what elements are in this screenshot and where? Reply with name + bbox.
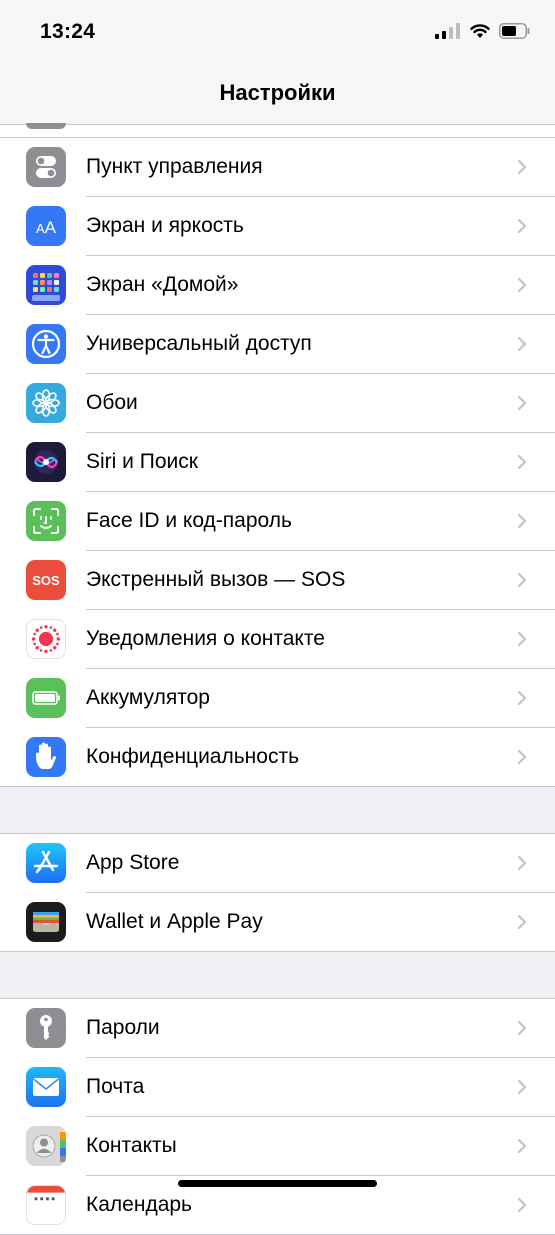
settings-row-battery[interactable]: Аккумулятор bbox=[0, 669, 555, 728]
settings-row-emergency-sos[interactable]: SOS Экстренный вызов — SOS bbox=[0, 551, 555, 610]
settings-row-home-screen[interactable]: Экран «Домой» bbox=[0, 256, 555, 315]
settings-row-passwords[interactable]: Пароли bbox=[0, 999, 555, 1058]
chevron-right-icon bbox=[517, 631, 527, 647]
row-label: App Store bbox=[86, 851, 180, 874]
privacy-hand-icon bbox=[26, 737, 66, 777]
row-label: Конфиденциальность bbox=[86, 745, 300, 768]
row-label: Пункт управления bbox=[86, 155, 263, 178]
chevron-right-icon bbox=[517, 513, 527, 529]
row-label: Face ID и код-пароль bbox=[86, 509, 292, 532]
settings-list: Пункт управления AA Экран и яркость Экра… bbox=[0, 123, 555, 1235]
mail-icon bbox=[26, 1067, 66, 1107]
settings-group-system: Пункт управления AA Экран и яркость Экра… bbox=[0, 138, 555, 787]
status-time: 13:24 bbox=[40, 20, 96, 43]
chevron-right-icon bbox=[517, 749, 527, 765]
chevron-right-icon bbox=[517, 277, 527, 293]
settings-group-apps: Пароли Почта Контакты Календарь bbox=[0, 998, 555, 1235]
settings-row-control-center[interactable]: Пункт управления bbox=[0, 138, 555, 197]
chevron-right-icon bbox=[517, 914, 527, 930]
sos-icon: SOS bbox=[26, 560, 66, 600]
chevron-right-icon bbox=[517, 1197, 527, 1213]
home-screen-icon bbox=[26, 265, 66, 305]
key-icon bbox=[26, 1008, 66, 1048]
chevron-right-icon bbox=[517, 1079, 527, 1095]
row-label: Календарь bbox=[86, 1193, 192, 1216]
status-icons bbox=[435, 22, 531, 44]
row-label: Уведомления о контакте bbox=[86, 627, 325, 650]
page-title: Настройки bbox=[219, 80, 336, 105]
cellular-signal-icon bbox=[435, 22, 461, 44]
settings-row-wallpaper[interactable]: Обои bbox=[0, 374, 555, 433]
settings-row-mail[interactable]: Почта bbox=[0, 1058, 555, 1117]
contacts-icon bbox=[26, 1126, 66, 1166]
control-center-icon bbox=[26, 147, 66, 187]
navigation-bar: Настройки bbox=[0, 62, 555, 125]
chevron-right-icon bbox=[517, 218, 527, 234]
chevron-right-icon bbox=[517, 454, 527, 470]
row-label: Siri и Поиск bbox=[86, 450, 198, 473]
wallpaper-icon bbox=[26, 383, 66, 423]
row-label: Универсальный доступ bbox=[86, 332, 312, 355]
battery-icon bbox=[26, 678, 66, 718]
face-id-icon bbox=[26, 501, 66, 541]
battery-status-icon bbox=[499, 22, 531, 44]
svg-text:AA: AA bbox=[36, 218, 57, 237]
chevron-right-icon bbox=[517, 395, 527, 411]
row-label: Почта bbox=[86, 1075, 145, 1098]
settings-row-exposure-notifications[interactable]: Уведомления о контакте bbox=[0, 610, 555, 669]
chevron-right-icon bbox=[517, 1138, 527, 1154]
chevron-right-icon bbox=[517, 159, 527, 175]
settings-row-wallet[interactable]: Wallet и Apple Pay bbox=[0, 893, 555, 951]
settings-row-app-store[interactable]: App Store bbox=[0, 834, 555, 893]
home-indicator[interactable] bbox=[178, 1180, 377, 1187]
wifi-icon bbox=[470, 23, 490, 44]
row-label: Пароли bbox=[86, 1016, 160, 1039]
row-label: Wallet и Apple Pay bbox=[86, 910, 263, 933]
exposure-notifications-icon bbox=[26, 619, 66, 659]
clipped-row-above bbox=[0, 123, 555, 138]
settings-group-store: App Store Wallet и Apple Pay bbox=[0, 833, 555, 952]
svg-text:SOS: SOS bbox=[32, 573, 60, 588]
row-label: Экран «Домой» bbox=[86, 273, 239, 296]
accessibility-icon bbox=[26, 324, 66, 364]
row-label: Контакты bbox=[86, 1134, 177, 1157]
chevron-right-icon bbox=[517, 572, 527, 588]
chevron-right-icon bbox=[517, 336, 527, 352]
clipped-row-icon bbox=[26, 123, 66, 129]
row-label: Аккумулятор bbox=[86, 686, 210, 709]
settings-row-display-brightness[interactable]: AA Экран и яркость bbox=[0, 197, 555, 256]
siri-icon bbox=[26, 442, 66, 482]
row-label: Экстренный вызов — SOS bbox=[86, 568, 346, 591]
settings-row-face-id[interactable]: Face ID и код-пароль bbox=[0, 492, 555, 551]
settings-row-siri-search[interactable]: Siri и Поиск bbox=[0, 433, 555, 492]
status-bar: 13:24 bbox=[0, 0, 555, 62]
settings-row-accessibility[interactable]: Универсальный доступ bbox=[0, 315, 555, 374]
app-store-icon bbox=[26, 843, 66, 883]
display-brightness-icon: AA bbox=[26, 206, 66, 246]
settings-row-contacts[interactable]: Контакты bbox=[0, 1117, 555, 1176]
wallet-icon bbox=[26, 902, 66, 942]
settings-row-privacy[interactable]: Конфиденциальность bbox=[0, 728, 555, 786]
chevron-right-icon bbox=[517, 855, 527, 871]
row-label: Экран и яркость bbox=[86, 214, 244, 237]
calendar-icon bbox=[26, 1185, 66, 1225]
row-label: Обои bbox=[86, 391, 138, 414]
chevron-right-icon bbox=[517, 1020, 527, 1036]
chevron-right-icon bbox=[517, 690, 527, 706]
